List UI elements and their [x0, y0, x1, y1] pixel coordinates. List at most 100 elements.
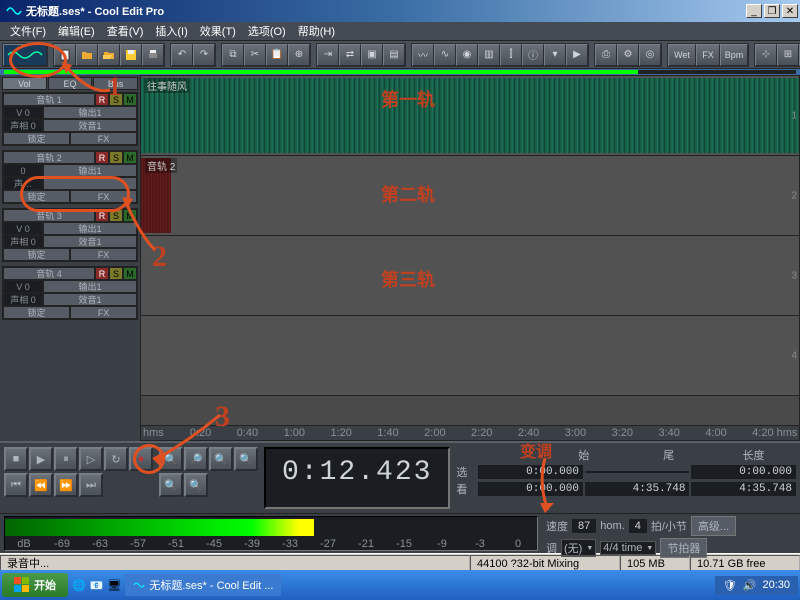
timesig-dropdown[interactable]: 4/4 time	[600, 541, 656, 555]
grid-icon[interactable]: ⊞	[777, 44, 799, 66]
timeline-ruler[interactable]: hms0:200:401:001:201:402:002:202:403:003…	[141, 425, 799, 440]
menu-file[interactable]: 文件(F)	[4, 21, 52, 41]
quicklaunch-3[interactable]: 🖥	[107, 579, 121, 592]
waveform-1[interactable]	[141, 78, 799, 153]
open2-icon[interactable]	[98, 44, 120, 66]
menu-insert[interactable]: 插入(I)	[149, 21, 193, 41]
paste-icon[interactable]: 📋	[266, 44, 288, 66]
mute[interactable]: M	[123, 267, 137, 280]
start-button[interactable]: 开始	[2, 573, 68, 597]
mute[interactable]: M	[123, 151, 137, 164]
cd-icon[interactable]: ◎	[639, 44, 661, 66]
rewind-button[interactable]: ⏪	[29, 473, 53, 497]
wet-button[interactable]: Wet	[668, 44, 696, 66]
menu-effects[interactable]: 效果(T)	[194, 21, 242, 41]
pan-field[interactable]: 声相 0	[3, 235, 43, 248]
track-name[interactable]: 音轨 4	[3, 267, 95, 280]
loop-button[interactable]: ↻	[104, 447, 128, 471]
aux-field[interactable]: 效音1	[43, 293, 137, 306]
taskbar-app[interactable]: 无标题.ses* - Cool Edit ...	[125, 574, 281, 596]
close-button[interactable]: ✕	[782, 4, 798, 18]
track-name[interactable]: 音轨 2	[3, 151, 95, 164]
tray-volume-icon[interactable]: 🔊	[743, 579, 757, 592]
output-field[interactable]: 输出1	[43, 222, 137, 235]
track-row-3[interactable]: 3	[141, 236, 799, 316]
print-icon[interactable]	[142, 44, 164, 66]
pan-field[interactable]: 声相 0	[3, 293, 43, 306]
level-meter[interactable]: dB-69-63-57-51-45-39-33-27-21-15-9-30	[4, 516, 538, 551]
hist-icon[interactable]: ▥	[478, 44, 500, 66]
zoom-full-button[interactable]: 🔍	[209, 447, 233, 471]
chan-icon[interactable]: ⫿	[500, 44, 522, 66]
fx-button[interactable]: FX	[70, 306, 137, 319]
view-len[interactable]: 4:35.748	[691, 482, 796, 496]
aux-field[interactable]: 效音1	[43, 235, 137, 248]
go-end-button[interactable]: ⏭	[79, 473, 103, 497]
track-name[interactable]: 音轨 1	[3, 93, 95, 106]
view-begin[interactable]: 0:00.000	[478, 482, 583, 496]
snap-icon[interactable]: ⊹	[755, 44, 777, 66]
fx-button[interactable]: FX	[70, 190, 137, 203]
ffwd-button[interactable]: ⏩	[54, 473, 78, 497]
script-icon[interactable]: ⎙	[595, 44, 617, 66]
record-button[interactable]: ●	[129, 447, 153, 471]
track-row-4[interactable]: 4	[141, 316, 799, 396]
play-icon[interactable]: ▶	[566, 44, 588, 66]
new-icon[interactable]	[54, 44, 76, 66]
zoom-to-sel-button[interactable]: 🔍	[234, 447, 258, 471]
menu-edit[interactable]: 编辑(E)	[52, 21, 101, 41]
fx-button[interactable]: FX	[70, 248, 137, 261]
solo[interactable]: S	[109, 209, 123, 222]
advanced-button[interactable]: 高级...	[691, 516, 736, 536]
volume-field[interactable]: V 0	[3, 280, 43, 293]
zoom-out-button[interactable]: 🔎	[184, 447, 208, 471]
menu-view[interactable]: 查看(V)	[101, 21, 150, 41]
menu-options[interactable]: 选项(O)	[242, 21, 292, 41]
pause-button[interactable]: ⏸	[54, 447, 78, 471]
play-loop-button[interactable]: ▷	[79, 447, 103, 471]
aux-field[interactable]	[43, 177, 137, 190]
track-row-2[interactable]: 音轨 2 2	[141, 156, 799, 236]
output-field[interactable]: 输出1	[43, 164, 137, 177]
track-area[interactable]: 往事随风 1 音轨 2 2 3 4 第一轨 第二轨 第三轨 hms0:200:4…	[140, 75, 800, 441]
tool-a-icon[interactable]: ▣	[361, 44, 383, 66]
sel-end[interactable]	[585, 471, 690, 473]
track-row-1[interactable]: 往事随风 1	[141, 76, 799, 156]
beats-value[interactable]: 4	[629, 519, 647, 533]
record-arm[interactable]: R	[95, 151, 109, 164]
output-field[interactable]: 输出1	[43, 280, 137, 293]
info-icon[interactable]: ⓘ	[522, 44, 544, 66]
lock-button[interactable]: 锁定	[3, 248, 70, 261]
fx-button[interactable]: FX	[696, 44, 720, 66]
system-tray[interactable]: 🛡 🔊 20:30	[715, 576, 798, 595]
edit-waveform-toggle[interactable]	[3, 44, 47, 66]
sel-len[interactable]: 0:00.000	[691, 465, 796, 479]
zoom-sel-button[interactable]: 🔍	[159, 447, 183, 471]
tab-bus[interactable]: Bus	[93, 77, 138, 90]
undo-icon[interactable]: ↶	[171, 44, 193, 66]
tab-vol[interactable]: Vol	[2, 77, 47, 90]
quicklaunch-2[interactable]: 📧	[90, 579, 104, 592]
tray-clock[interactable]: 20:30	[762, 579, 790, 591]
zoom-in-right-button[interactable]: 🔍	[184, 473, 208, 497]
trim-icon[interactable]: ⇥	[317, 44, 339, 66]
lock-button[interactable]: 锁定	[3, 132, 70, 145]
volume-field[interactable]: V 0	[3, 222, 43, 235]
redo-icon[interactable]: ↷	[193, 44, 215, 66]
sel-begin[interactable]: 0:00.000	[478, 465, 583, 479]
lock-button[interactable]: 锁定	[3, 190, 70, 203]
record-arm[interactable]: R	[95, 209, 109, 222]
solo[interactable]: S	[109, 151, 123, 164]
zoom-in-left-button[interactable]: 🔍	[159, 473, 183, 497]
mute[interactable]: M	[123, 93, 137, 106]
pan-field[interactable]: 声…	[3, 177, 43, 190]
solo[interactable]: S	[109, 267, 123, 280]
go-start-button[interactable]: ⏮	[4, 473, 28, 497]
pan-field[interactable]: 声相 0	[3, 119, 43, 132]
copy-icon[interactable]: ⧉	[222, 44, 244, 66]
bpm-button[interactable]: Bpm	[720, 44, 748, 66]
freq-icon[interactable]: 〰	[412, 44, 434, 66]
solo[interactable]: S	[109, 93, 123, 106]
quicklaunch-1[interactable]: 🌐	[72, 579, 86, 592]
minimize-button[interactable]: _	[746, 4, 762, 18]
